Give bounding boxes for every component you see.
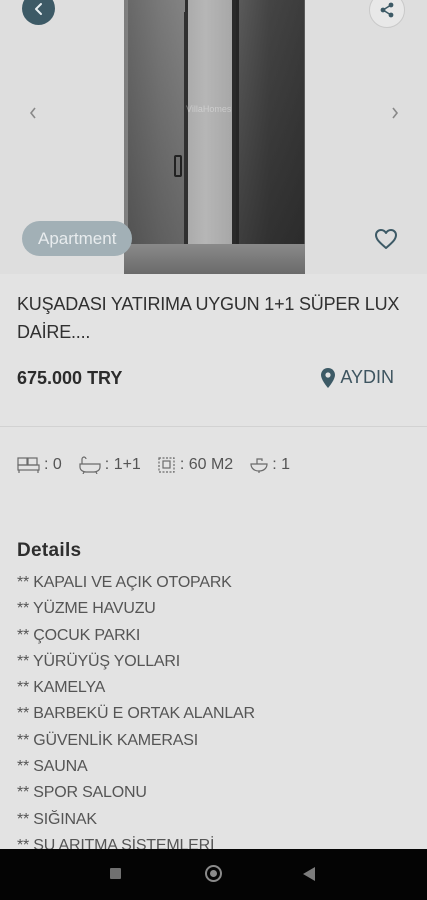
map-pin-icon [321, 367, 336, 388]
spec-bedrooms-value: : 0 [44, 456, 62, 473]
listing-location: AYDIN [321, 367, 394, 388]
photo-frame [184, 12, 188, 262]
chevron-left-icon [29, 107, 36, 119]
listing-title: KUŞADASI YATIRIMA UYGUN 1+1 SÜPER LUX DA… [17, 294, 400, 342]
listing-price: 675.000 TRY [17, 368, 123, 388]
photo-floor [124, 244, 305, 274]
spec-sinks: : 1 [249, 456, 290, 474]
details-item: ** YÜZME HAVUZU [17, 600, 156, 618]
details-item: ** YÜRÜYÜŞ YOLLARI [17, 652, 180, 670]
listing-photo[interactable]: VillaHomes [124, 0, 305, 274]
spec-sinks-value: : 1 [272, 456, 290, 473]
photo-frame [232, 0, 236, 274]
photo-handle [174, 155, 182, 177]
photo-glass-panel [236, 0, 304, 274]
details-list: ** KAPALI VE AÇIK OTOPARK ** YÜZME HAVUZ… [17, 570, 255, 859]
details-item: ** SPOR SALONU [17, 784, 147, 802]
favorite-button[interactable] [372, 226, 400, 252]
recents-button[interactable] [110, 868, 121, 879]
share-icon [380, 2, 394, 18]
details-item: ** SAUNA [17, 758, 88, 776]
details-item: ** GÜVENLİK KAMERASI [17, 731, 198, 749]
spec-area: : 60 M2 [157, 456, 233, 474]
chevron-right-icon [392, 107, 399, 119]
photo-glass-panel [128, 0, 188, 274]
system-navigation-bar [0, 849, 427, 900]
home-button[interactable] [205, 865, 222, 882]
sink-icon [250, 458, 268, 473]
spec-bedrooms: : 0 [17, 456, 62, 474]
arrow-left-icon [34, 2, 42, 15]
details-item: ** ÇOCUK PARKI [17, 626, 141, 644]
details-item: ** SIĞINAK [17, 810, 97, 828]
spec-bathrooms-value: : 1+1 [104, 456, 141, 473]
system-back-button[interactable] [303, 867, 315, 881]
area-icon [158, 457, 175, 473]
heart-icon [375, 229, 397, 249]
section-divider [0, 426, 427, 427]
previous-image-button[interactable] [26, 103, 40, 123]
location-label: AYDIN [340, 367, 394, 387]
details-item: ** BARBEKÜ E ORTAK ALANLAR [17, 705, 255, 723]
details-heading: Details [17, 540, 82, 561]
bath-icon [79, 456, 101, 474]
image-slider[interactable]: VillaHomes Apartment [0, 0, 427, 274]
details-item: ** KAPALI VE AÇIK OTOPARK [17, 574, 232, 591]
details-item: ** KAMELYA [17, 679, 106, 697]
next-image-button[interactable] [388, 103, 402, 123]
property-type-badge: Apartment [22, 221, 133, 256]
specs-row: : 0 : 1+1 : 60 M2 : 1 [17, 456, 290, 474]
spec-area-value: : 60 M2 [179, 456, 234, 473]
back-button[interactable] [22, 0, 55, 25]
bed-icon [17, 457, 40, 473]
share-button[interactable] [369, 0, 405, 28]
photo-watermark: VillaHomes [186, 104, 232, 114]
spec-bathrooms: : 1+1 [78, 456, 141, 474]
